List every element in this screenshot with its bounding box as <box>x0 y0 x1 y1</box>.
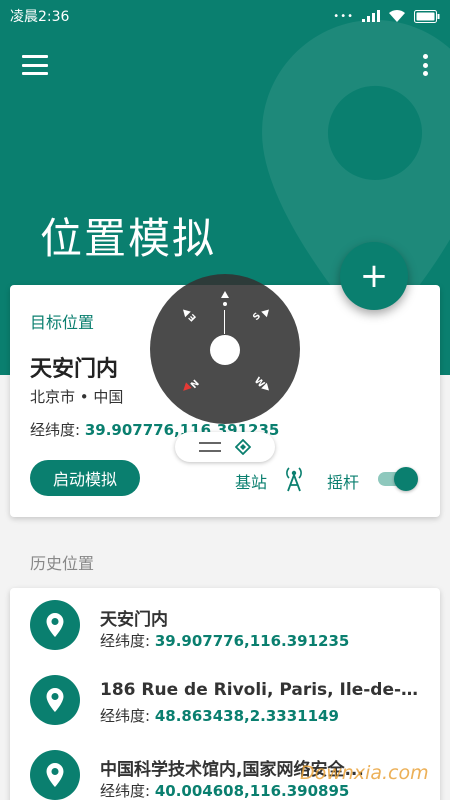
diamond-target-icon <box>235 439 251 455</box>
coord-label: 经纬度: <box>100 707 151 725</box>
compass-joystick[interactable]: E S N W <box>150 274 300 424</box>
add-location-button[interactable]: + <box>340 242 408 310</box>
status-bar: 凌晨2:36 ••• <box>0 0 450 32</box>
base-station-label[interactable]: 基站 <box>235 469 267 493</box>
target-name: 天安门内 <box>30 357 119 382</box>
app-bar <box>0 40 450 90</box>
compass-arrow-s-icon <box>261 306 272 318</box>
coord-label: 经纬度: <box>30 421 81 439</box>
history-section-title: 历史位置 <box>30 554 95 573</box>
status-time: 凌晨2:36 <box>10 9 70 25</box>
signal-icon <box>362 10 380 22</box>
compass-letter-s: S <box>251 311 264 323</box>
history-item-name: 186 Rue de Rivoli, Paris, Ile-de-Fr... <box>100 680 420 700</box>
compass-knob[interactable] <box>210 335 240 365</box>
drag-handle[interactable] <box>175 432 275 462</box>
drag-lines-icon <box>199 442 221 452</box>
coord-value: 40.004608,116.390895 <box>154 782 350 800</box>
history-item-name: 天安门内 <box>100 610 168 630</box>
history-item[interactable]: 186 Rue de Rivoli, Paris, Ile-de-Fr... 经… <box>10 663 440 738</box>
location-pin-icon <box>30 750 80 800</box>
location-pin-icon <box>30 675 80 725</box>
joystick-label[interactable]: 摇杆 <box>327 469 359 493</box>
page-title: 位置模拟 <box>40 214 217 263</box>
history-item[interactable]: 天安门内 经纬度: 39.907776,116.391235 <box>10 588 440 663</box>
overflow-menu-icon[interactable] <box>420 52 430 78</box>
coord-label: 经纬度: <box>100 782 151 800</box>
coord-value: 39.907776,116.391235 <box>154 632 350 650</box>
battery-icon <box>414 9 440 23</box>
location-pin-icon <box>30 600 80 650</box>
menu-icon[interactable] <box>20 52 50 78</box>
target-city: 北京市 • 中国 <box>30 388 124 406</box>
history-item-coordinates: 经纬度: 39.907776,116.391235 <box>100 630 349 651</box>
site-watermark: Downxia.com <box>300 762 429 784</box>
start-simulation-button[interactable]: 启动模拟 <box>30 460 140 496</box>
joystick-toggle[interactable] <box>376 467 418 491</box>
compass-arrow-up-icon <box>221 291 229 298</box>
target-section-label: 目标位置 <box>30 313 95 332</box>
coord-label: 经纬度: <box>100 632 151 650</box>
compass-north-dot <box>223 302 227 306</box>
wifi-icon <box>389 9 405 22</box>
coord-value: 48.863438,2.3331149 <box>154 707 339 725</box>
antenna-icon[interactable] <box>283 466 305 492</box>
more-dots-icon: ••• <box>333 10 354 22</box>
status-icons: ••• <box>333 9 440 23</box>
compass-needle <box>224 310 225 334</box>
toggle-thumb <box>394 467 418 491</box>
history-item-coordinates: 经纬度: 48.863438,2.3331149 <box>100 705 339 726</box>
